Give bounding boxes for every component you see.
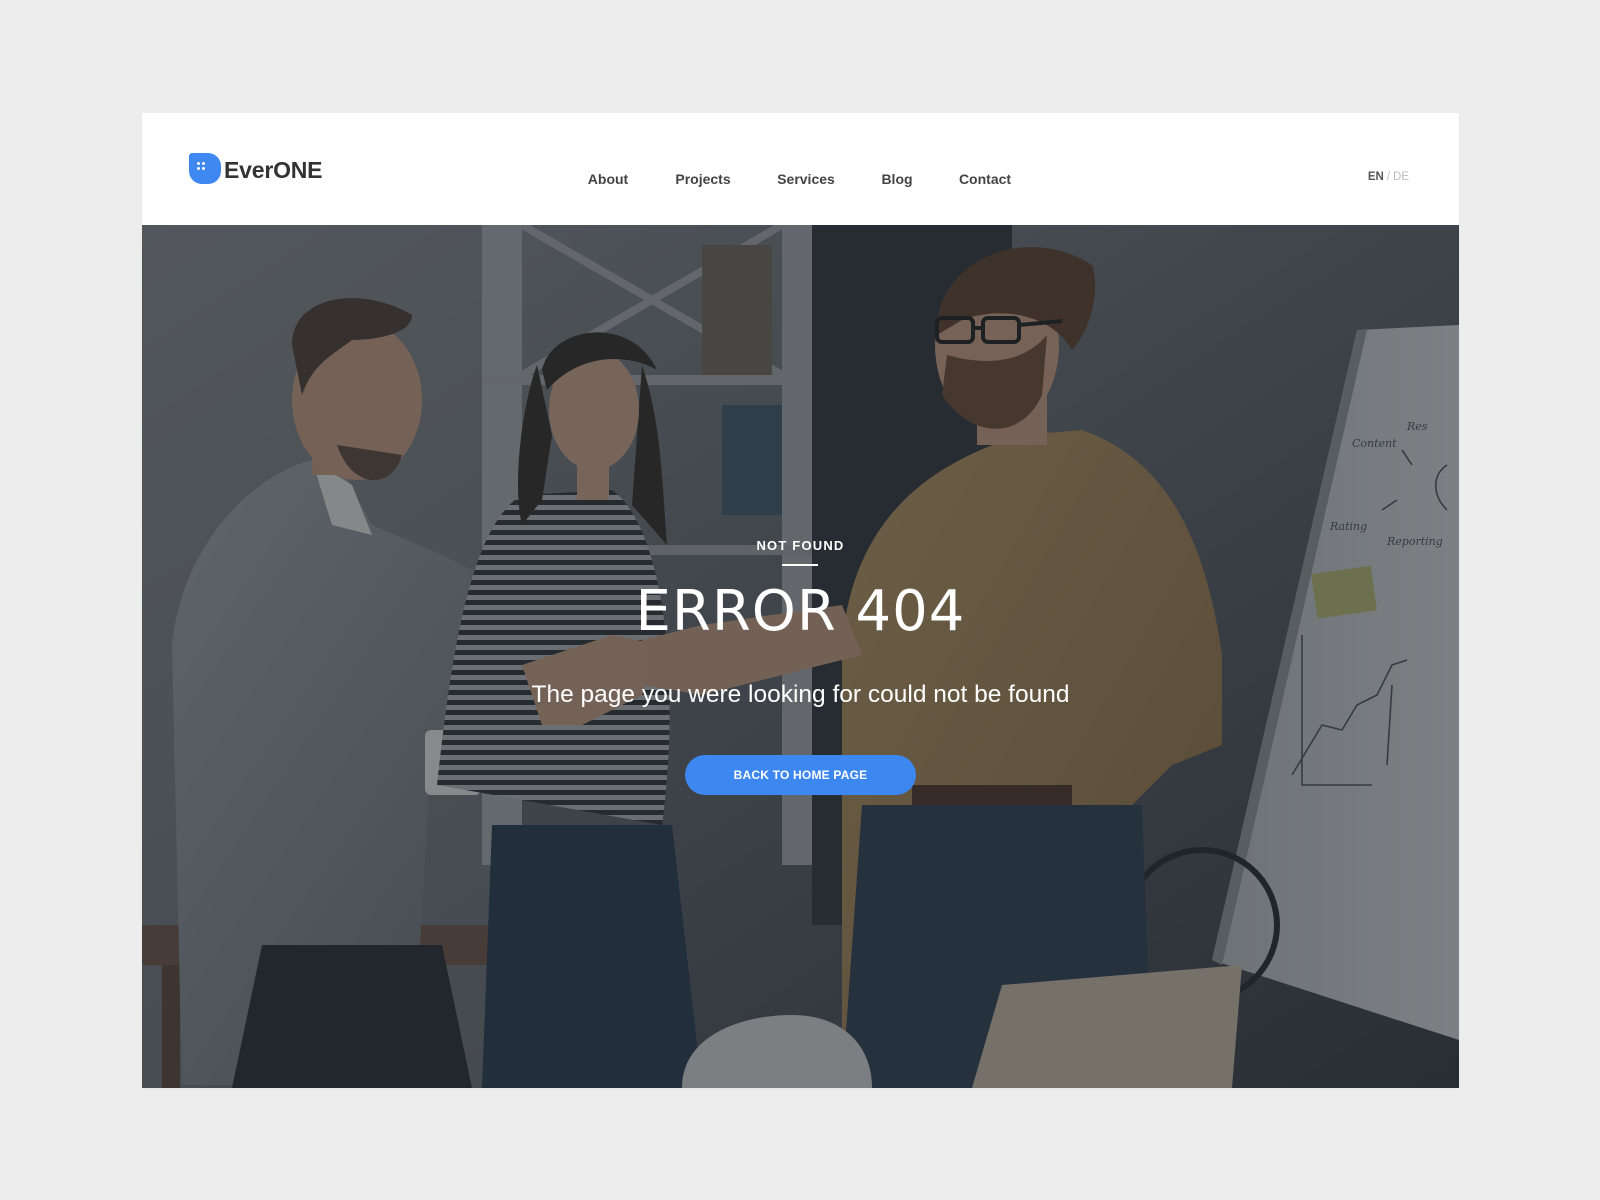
error-message-block: NOT FOUND ERROR 404 The page you were lo… — [142, 225, 1459, 1088]
not-found-label: NOT FOUND — [756, 538, 845, 553]
back-to-home-button[interactable]: BACK TO HOME PAGE — [685, 755, 916, 795]
nav-item-contact[interactable]: Contact — [959, 171, 1011, 187]
lang-en[interactable]: EN — [1368, 171, 1384, 183]
language-switcher: EN / DE — [1368, 171, 1409, 183]
page-frame: EverONE About Projects Services Blog Con… — [142, 113, 1459, 1088]
kicker-divider — [782, 564, 818, 566]
hero-section: Content Res Rating Reporting — [142, 225, 1459, 1088]
nav-item-about[interactable]: About — [588, 171, 628, 187]
nav-item-services[interactable]: Services — [777, 171, 835, 187]
site-header: EverONE About Projects Services Blog Con… — [142, 113, 1459, 225]
lang-separator: / — [1386, 171, 1391, 183]
nav-item-blog[interactable]: Blog — [881, 171, 912, 187]
error-title: ERROR 404 — [635, 579, 966, 644]
error-subtitle: The page you were looking for could not … — [531, 681, 1070, 708]
main-nav: About Projects Services Blog Contact — [142, 171, 1459, 191]
lang-de[interactable]: DE — [1393, 171, 1409, 183]
nav-item-projects[interactable]: Projects — [675, 171, 730, 187]
